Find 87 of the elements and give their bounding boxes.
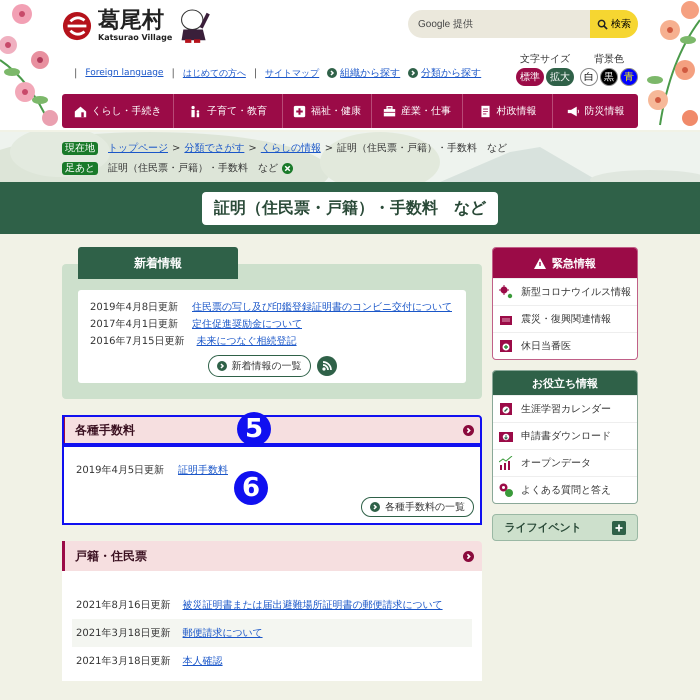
nav-item[interactable]: くらし・手続き	[62, 94, 173, 128]
annotation-marker: 5	[237, 412, 271, 446]
nav-item[interactable]: 子育て・教育	[173, 94, 282, 128]
update-date: 2021年8月16日更新	[76, 598, 171, 612]
search-field[interactable]: Google 提供 検索	[408, 10, 638, 38]
utility-link[interactable]: サイトマップ	[265, 66, 320, 80]
article-link[interactable]: 住民票の写し及び印鑑登録証明書のコンビニ交付について	[192, 300, 452, 314]
background-color-button[interactable]: 白	[580, 68, 598, 86]
utility-link[interactable]: Foreign language	[85, 68, 164, 78]
font-size-button[interactable]: 標準	[516, 68, 544, 86]
arrow-icon	[216, 361, 226, 371]
nav-item[interactable]: 産業・仕事	[371, 94, 462, 128]
section-title[interactable]: 各種手数料	[75, 422, 135, 438]
useful-info-title: お役立ち情報	[493, 371, 637, 395]
font-size-label: 文字サイズ	[520, 52, 570, 66]
breadcrumb-separator: >	[324, 142, 334, 154]
nav-item[interactable]: 福祉・健康	[282, 94, 371, 128]
breadcrumb-link[interactable]: 分類でさがす	[184, 141, 244, 155]
useful-info-link[interactable]: よくある質問と答え	[493, 476, 637, 503]
utility-link[interactable]: はじめての方へ	[182, 66, 246, 80]
parent-child-icon	[189, 104, 202, 118]
emergency-link[interactable]: 休日当番医	[493, 332, 637, 359]
utility-link[interactable]: 分類から探す	[408, 66, 482, 80]
location-badge: 現在地	[62, 142, 98, 154]
calendar-icon	[499, 339, 513, 353]
separator: |	[74, 68, 78, 78]
emergency-link[interactable]: 震災・復興関連情報	[493, 305, 637, 332]
nav-item[interactable]: 村政情報	[462, 94, 552, 128]
article-link[interactable]: 未来につなぐ相続登記	[196, 334, 297, 348]
calendar-icon	[499, 402, 513, 416]
house-icon	[74, 104, 86, 118]
update-date: 2021年3月18日更新	[76, 626, 171, 640]
footprint-link[interactable]: 証明（住民票・戸籍）・手数料 など	[108, 161, 278, 175]
breadcrumb-link[interactable]: トップページ	[108, 141, 168, 155]
background-color-button[interactable]: 黒	[600, 68, 618, 86]
update-date: 2016年7月15日更新	[90, 334, 185, 348]
section-header[interactable]: 各種手数料 5	[62, 415, 482, 445]
useful-info-link[interactable]: 申請書ダウンロード	[493, 422, 637, 449]
useful-info-link[interactable]: 生涯学習カレンダー	[493, 395, 637, 422]
background-color-button[interactable]: 青	[620, 68, 638, 86]
logo-name[interactable]: 葛尾村	[98, 10, 172, 32]
emergency-link[interactable]: 新型コロナウイルス情報	[493, 278, 637, 305]
article-link[interactable]: 定住促進奨励金について	[192, 316, 302, 330]
footprint-badge: 足あと	[62, 162, 98, 174]
list-button[interactable]: 各種手数料の一覧	[361, 497, 474, 517]
news-list-button[interactable]: 新着情報の一覧	[208, 355, 310, 377]
logo-subtitle: Katsurao Village	[98, 34, 172, 42]
close-icon[interactable]	[282, 162, 293, 174]
arrow-icon	[370, 502, 380, 512]
emergency-title: 緊急情報	[552, 256, 596, 270]
plus-icon	[612, 520, 626, 534]
medical-cross-icon	[293, 104, 306, 118]
search-icon	[597, 18, 608, 30]
bar-chart-icon	[499, 456, 513, 470]
nav-item[interactable]: 防災情報	[552, 94, 638, 128]
page-title: 証明（住民票・戸籍）・手数料 など	[202, 192, 498, 224]
megaphone-icon	[566, 104, 580, 118]
separator: |	[254, 68, 258, 78]
article-link[interactable]: 本人確認	[182, 654, 223, 668]
breadcrumb-separator: >	[172, 142, 180, 154]
search-button[interactable]: 検索	[590, 10, 638, 38]
update-date: 2021年3月18日更新	[76, 654, 171, 668]
article-link[interactable]: 被災証明書または届出避難場所証明書の郵便請求について	[182, 598, 443, 612]
update-date: 2019年4月8日更新	[90, 300, 180, 314]
utility-link[interactable]: 組織から探す	[327, 66, 400, 80]
annotation-marker: 6	[234, 471, 268, 505]
separator: |	[171, 68, 175, 78]
font-size-button[interactable]: 拡大	[546, 68, 574, 86]
update-date: 2017年4月1日更新	[90, 318, 180, 330]
background-color-label: 背景色	[594, 52, 624, 66]
update-date: 2019年4月5日更新	[76, 464, 166, 477]
download-icon	[499, 429, 513, 443]
article-link[interactable]: 郵便請求について	[182, 626, 263, 640]
section-header[interactable]: 戸籍・住民票	[62, 541, 482, 571]
warning-icon	[534, 258, 546, 268]
breadcrumb-link[interactable]: くらしの情報	[260, 141, 321, 155]
life-event-button[interactable]: ライフイベント	[492, 514, 638, 541]
useful-info-link[interactable]: オープンデータ	[493, 449, 637, 476]
breadcrumb-current: 証明（住民票・戸籍）・手数料 など	[337, 142, 508, 155]
logo-icon[interactable]	[62, 11, 92, 41]
section-title[interactable]: 戸籍・住民票	[75, 548, 147, 564]
rss-icon[interactable]	[316, 356, 336, 376]
breadcrumb-separator: >	[248, 142, 257, 154]
article-link[interactable]: 証明手数料	[178, 463, 228, 477]
toolbox-icon	[383, 104, 396, 118]
document-icon	[478, 104, 492, 118]
mascot-drawing	[178, 8, 210, 44]
